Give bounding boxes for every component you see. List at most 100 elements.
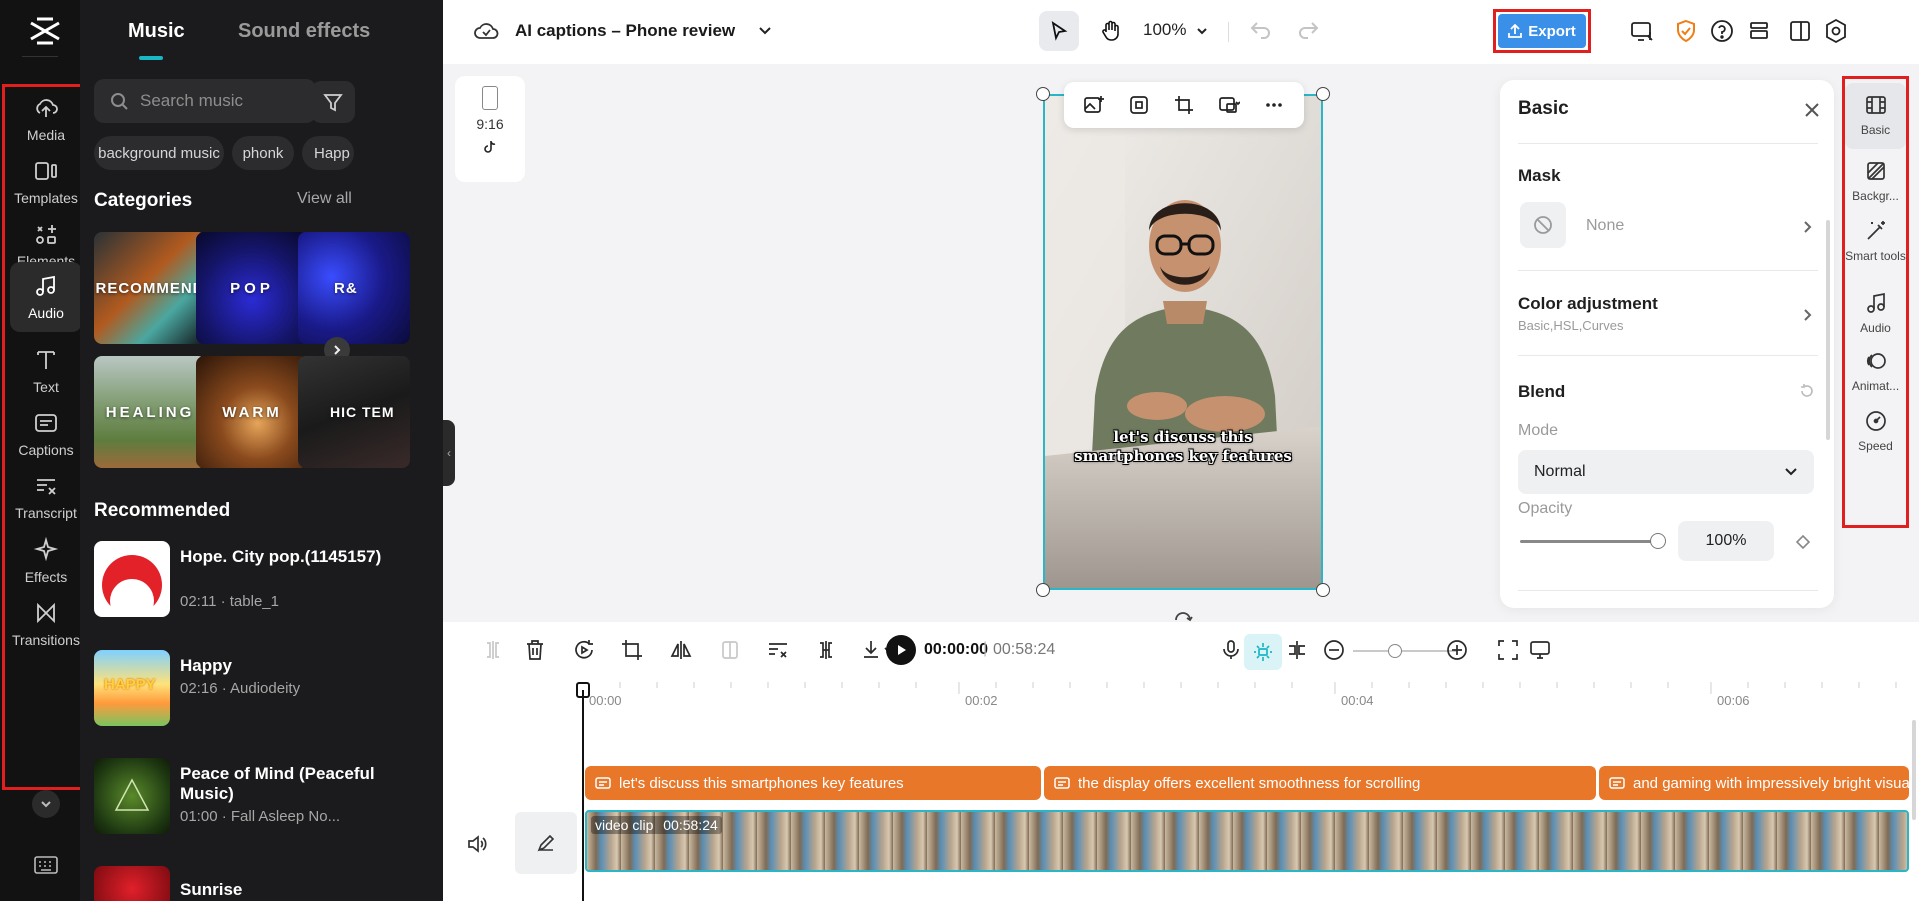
- video-preview[interactable]: [1043, 94, 1323, 590]
- shield-icon[interactable]: [1673, 18, 1699, 44]
- resize-handle[interactable]: [1036, 87, 1050, 101]
- auto-snap-button[interactable]: [1244, 634, 1282, 670]
- select-tool-button[interactable]: [1039, 11, 1079, 51]
- playhead-line[interactable]: [582, 690, 584, 901]
- color-adjustment-title[interactable]: Color adjustment: [1518, 294, 1658, 314]
- panel-scrollbar[interactable]: [1826, 220, 1830, 440]
- opacity-slider-track[interactable]: [1520, 540, 1660, 543]
- nav-item-transcript[interactable]: Transcript: [10, 462, 82, 532]
- category-high-tempo[interactable]: HIC TEM: [298, 356, 410, 468]
- caption-clip[interactable]: let's discuss this smartphones key featu…: [585, 766, 1041, 800]
- delete-icon[interactable]: [523, 638, 547, 662]
- hand-tool-button[interactable]: [1091, 11, 1131, 51]
- search-input[interactable]: Search music: [94, 79, 316, 123]
- opacity-slider-knob[interactable]: [1650, 533, 1666, 549]
- zoom-dropdown[interactable]: 100%: [1143, 20, 1209, 40]
- category-rnb[interactable]: R&: [298, 232, 410, 344]
- aspect-ratio-card[interactable]: 9:16: [455, 76, 525, 182]
- smart-crop-icon[interactable]: [1128, 94, 1150, 116]
- category-healing[interactable]: HEALING: [94, 356, 206, 468]
- trim-icon[interactable]: [814, 638, 838, 662]
- chevron-down-icon[interactable]: [32, 790, 60, 818]
- panel-layout-icon[interactable]: [1787, 18, 1813, 44]
- zoom-in-icon[interactable]: [1445, 638, 1469, 662]
- keyboard-icon[interactable]: [34, 856, 58, 874]
- fit-screen-icon[interactable]: [1496, 638, 1520, 662]
- tab-music[interactable]: Music: [128, 20, 185, 43]
- timeline-zoom-slider[interactable]: [1353, 650, 1457, 652]
- split-icon[interactable]: [481, 638, 505, 662]
- crop-icon[interactable]: [1173, 94, 1195, 116]
- nav-item-text[interactable]: Text: [10, 336, 82, 406]
- zoom-out-icon[interactable]: [1322, 638, 1346, 662]
- nav-item-transitions[interactable]: Transitions: [10, 589, 82, 659]
- opacity-input[interactable]: 100%: [1678, 521, 1774, 561]
- layers-icon[interactable]: [1746, 18, 1772, 44]
- replace-image-icon[interactable]: [1083, 94, 1105, 116]
- rail-item-smart-tools[interactable]: Smart tools: [1845, 219, 1906, 263]
- view-all-link[interactable]: View all: [297, 190, 352, 208]
- tab-sound-effects[interactable]: Sound effects: [238, 20, 370, 43]
- chevron-right-icon[interactable]: [1800, 308, 1814, 322]
- chip-background-music[interactable]: background music: [94, 136, 224, 170]
- crop-icon[interactable]: [620, 638, 644, 662]
- monitor-icon[interactable]: [1528, 638, 1552, 662]
- timeline-zoom-knob[interactable]: [1388, 644, 1402, 658]
- track-item[interactable]: Sunrise: [94, 866, 414, 901]
- cloud-icon[interactable]: [473, 20, 499, 42]
- redo-icon[interactable]: [1296, 18, 1320, 42]
- rotate-icon[interactable]: [1172, 608, 1194, 622]
- chevron-down-icon[interactable]: [756, 22, 774, 40]
- project-title[interactable]: AI captions – Phone review: [515, 21, 735, 41]
- rail-item-background[interactable]: Backgr...: [1845, 159, 1906, 203]
- volume-icon[interactable]: [466, 833, 488, 855]
- caption-clip[interactable]: and gaming with impressively bright visu…: [1599, 766, 1909, 800]
- help-icon[interactable]: [1709, 18, 1735, 44]
- mask-none-button[interactable]: [1520, 202, 1566, 248]
- gear-icon[interactable]: [1823, 18, 1849, 44]
- split-screen-icon[interactable]: [1285, 638, 1309, 662]
- track-item[interactable]: HAPPY Happy 02:16 · Audiodeity: [94, 650, 414, 730]
- timeline-scrollbar[interactable]: [1912, 720, 1916, 820]
- play-button[interactable]: [886, 635, 916, 665]
- image-dropdown-icon[interactable]: [1218, 94, 1240, 116]
- microphone-icon[interactable]: [1219, 638, 1243, 662]
- rail-item-animation[interactable]: Animat...: [1845, 349, 1906, 393]
- chip-happy[interactable]: Happ: [302, 136, 354, 170]
- chip-phonk[interactable]: phonk: [232, 136, 294, 170]
- resize-handle[interactable]: [1316, 583, 1330, 597]
- chevron-right-icon[interactable]: [1800, 220, 1814, 234]
- freeze-icon[interactable]: [718, 638, 742, 662]
- caption-tool-icon[interactable]: [766, 638, 790, 662]
- nav-item-templates[interactable]: Templates: [10, 147, 82, 217]
- rail-item-basic[interactable]: Basic: [1845, 83, 1906, 149]
- replay-icon[interactable]: [572, 638, 596, 662]
- keyframe-diamond-icon[interactable]: [1796, 535, 1810, 549]
- caption-overlay[interactable]: let's discuss this smartphones key featu…: [1043, 428, 1323, 466]
- undo-icon[interactable]: [1249, 18, 1273, 42]
- present-icon[interactable]: [1629, 18, 1655, 44]
- close-icon[interactable]: [1802, 100, 1822, 120]
- track-item[interactable]: Hope. City pop.(1145157) 02:11 · table_1: [94, 541, 414, 621]
- resize-handle[interactable]: [1316, 87, 1330, 101]
- export-button[interactable]: Export: [1493, 9, 1591, 53]
- nav-item-captions[interactable]: Captions: [10, 399, 82, 469]
- resize-handle[interactable]: [1036, 583, 1050, 597]
- track-item[interactable]: Peace of Mind (Peaceful Music) 01:00 · F…: [94, 758, 414, 838]
- category-pop[interactable]: POP: [196, 232, 308, 344]
- rail-item-audio[interactable]: Audio: [1845, 291, 1906, 335]
- caption-clip[interactable]: the display offers excellent smoothness …: [1044, 766, 1596, 800]
- nav-item-media[interactable]: Media: [10, 84, 82, 154]
- video-track-clip[interactable]: video clip 00:58:24: [585, 810, 1909, 872]
- edit-cover-button[interactable]: [515, 812, 577, 874]
- blend-mode-select[interactable]: Normal: [1518, 450, 1814, 494]
- more-icon[interactable]: [1263, 94, 1285, 116]
- flip-icon[interactable]: [669, 638, 693, 662]
- nav-item-audio[interactable]: Audio: [10, 262, 82, 332]
- category-recommend[interactable]: RECOMMEND: [94, 232, 206, 344]
- filter-button[interactable]: [311, 81, 355, 123]
- nav-item-effects[interactable]: Effects: [10, 526, 82, 596]
- category-warm[interactable]: WARM: [196, 356, 308, 468]
- collapse-panel-handle[interactable]: ‹: [443, 420, 455, 486]
- rail-item-speed[interactable]: Speed: [1845, 409, 1906, 453]
